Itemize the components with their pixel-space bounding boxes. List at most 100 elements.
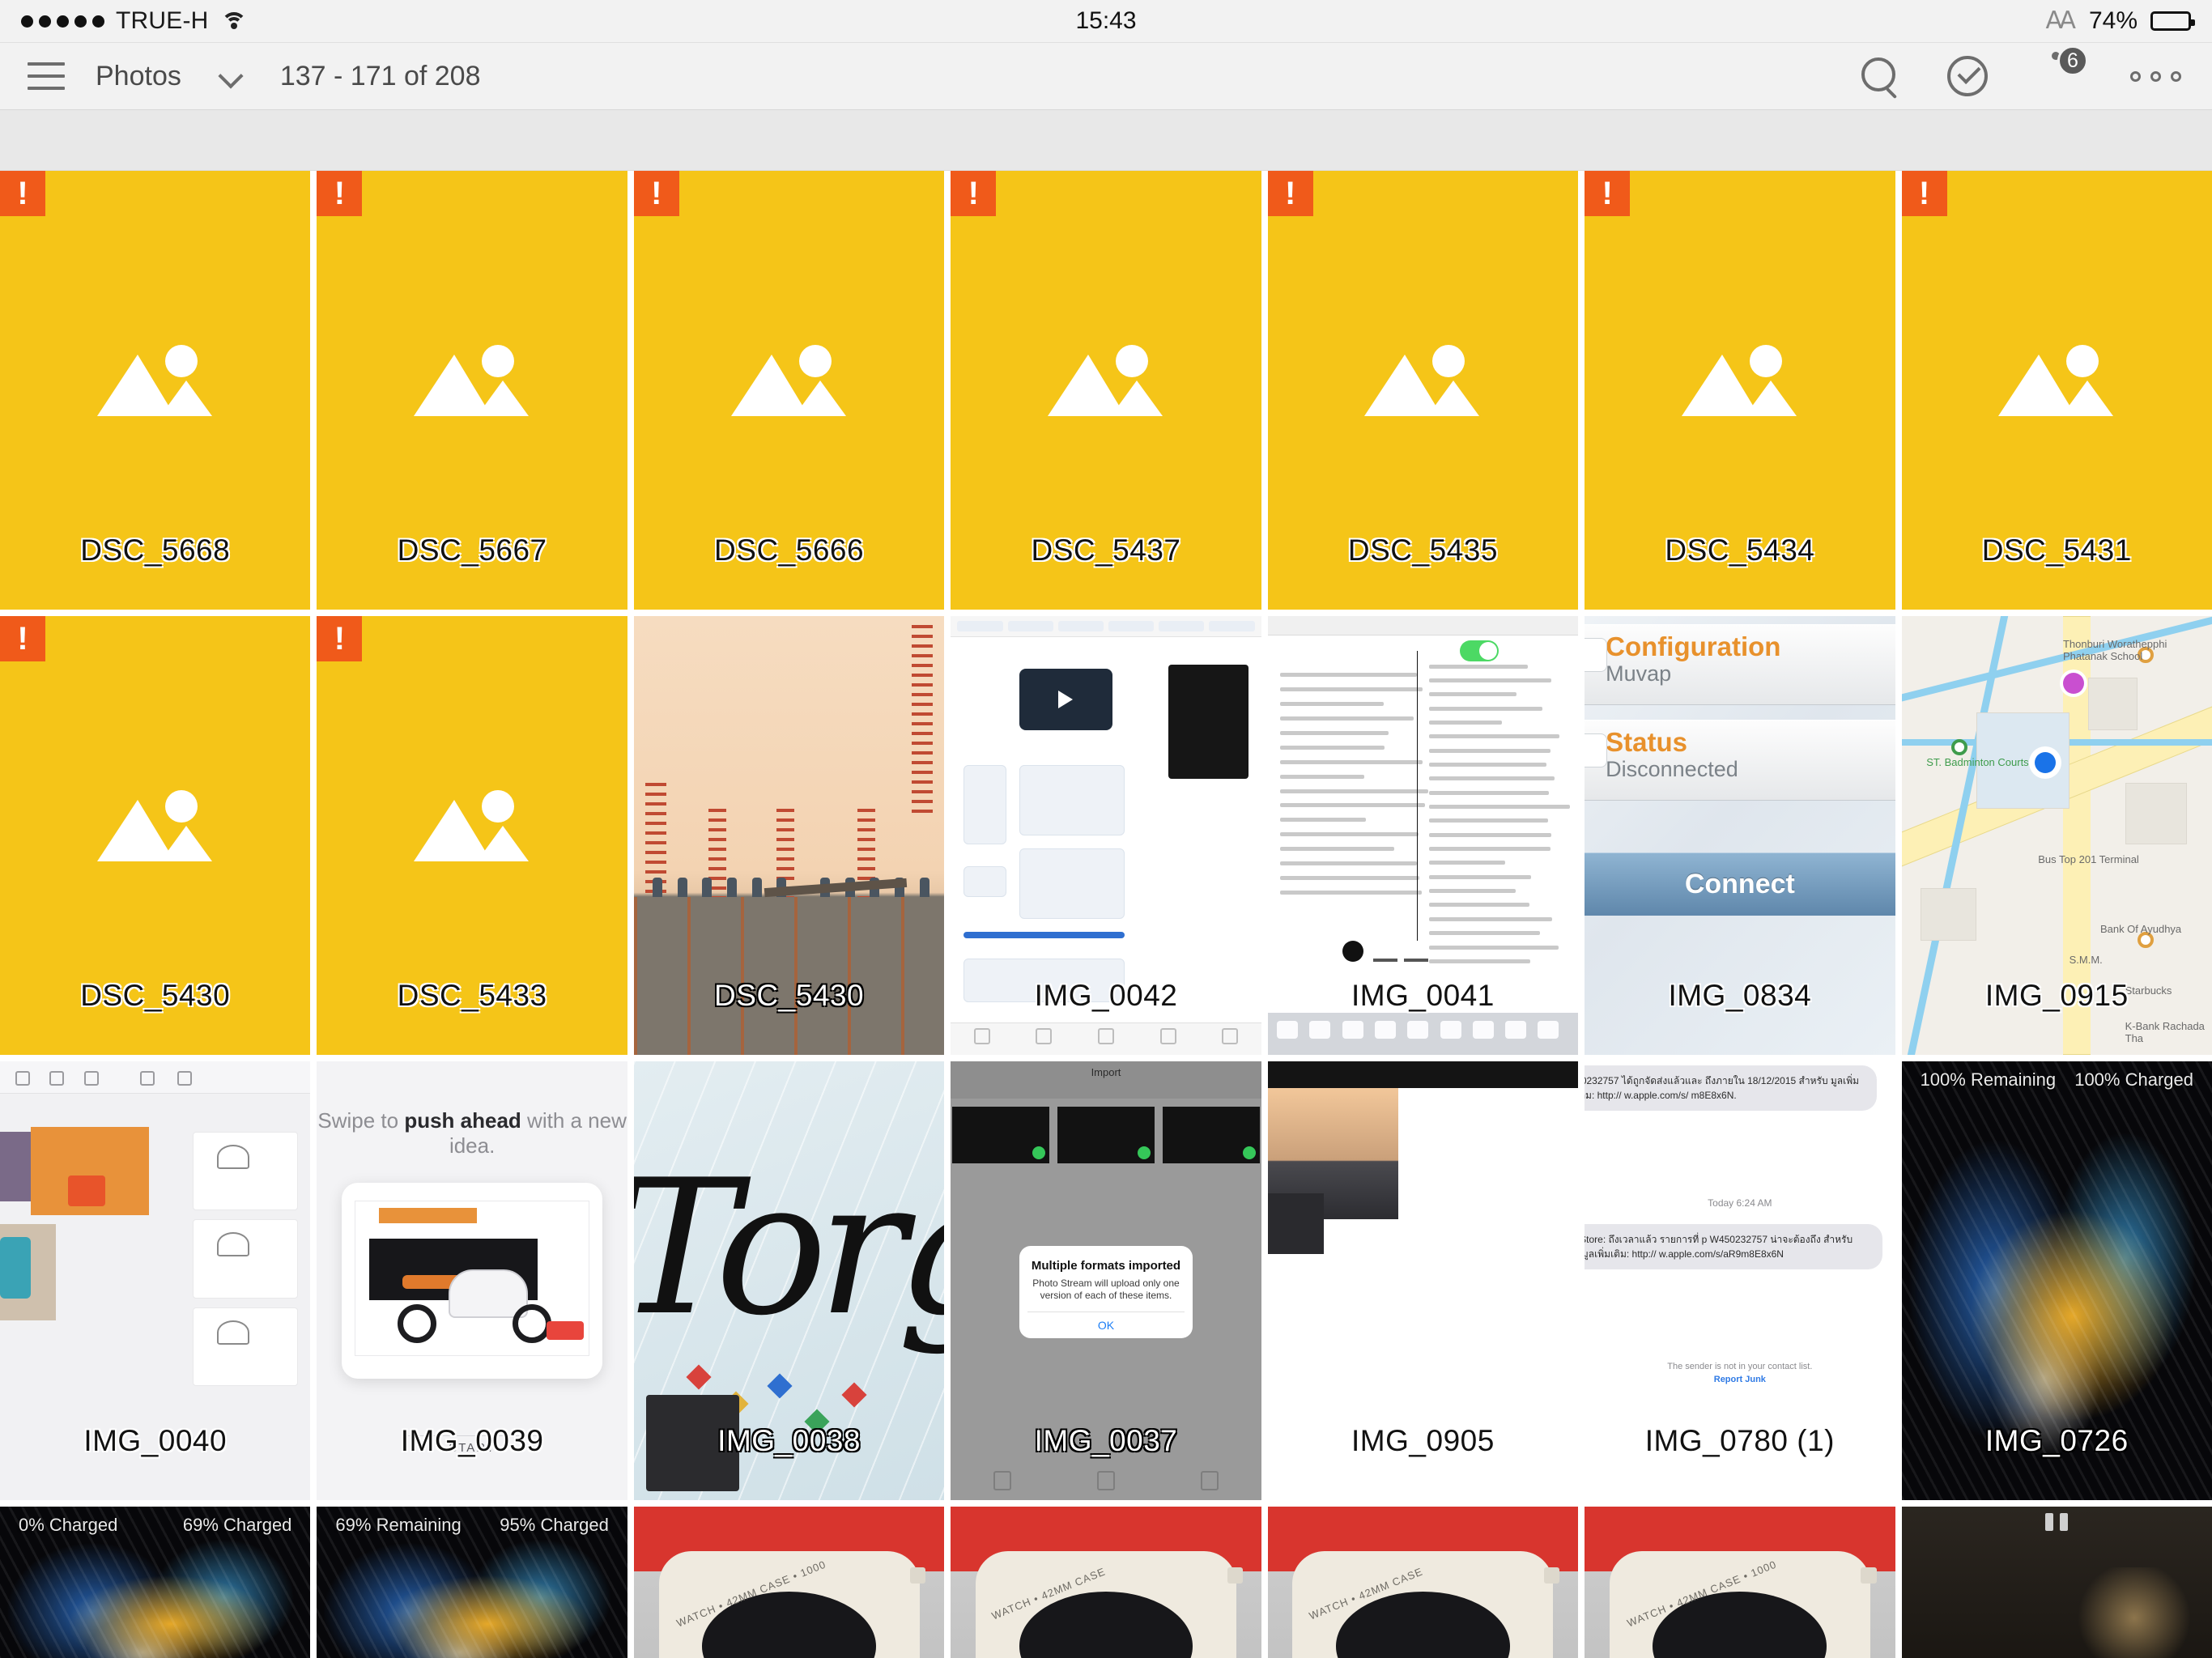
exclamation-badge-icon: ! bbox=[317, 616, 362, 661]
photo-tile[interactable]: ! DSC_5666 bbox=[634, 171, 944, 610]
bluetooth-icon: Ꜳ bbox=[2045, 9, 2076, 33]
photo-tile[interactable]: IMG_0040 bbox=[0, 1061, 310, 1500]
exclamation-badge-icon: ! bbox=[951, 171, 996, 216]
macro-photo-art: 100% Remaining 100% Charged bbox=[1902, 1061, 2212, 1500]
photo-tile[interactable]: IMG_0041 bbox=[1268, 616, 1578, 1055]
photo-tile[interactable]: ! DSC_5434 bbox=[1585, 171, 1895, 610]
image-placeholder-icon bbox=[1358, 337, 1487, 426]
router-configuration-row[interactable]: Configuration Muvap bbox=[1585, 624, 1895, 705]
photo-tile[interactable]: WATCH • 42MM CASE • 1000 bbox=[634, 1507, 944, 1658]
macro-photo-art: 0% Charged 69% Charged bbox=[0, 1507, 310, 1658]
battery-percent-label: 74% bbox=[2089, 7, 2138, 35]
photo-tile[interactable]: 100% Remaining 100% Charged IMG_0726 bbox=[1902, 1061, 2212, 1500]
chevron-down-icon[interactable] bbox=[220, 66, 241, 87]
app-screenshot-art bbox=[951, 616, 1261, 1055]
exclamation-badge-icon: ! bbox=[1268, 171, 1313, 216]
photo-tile[interactable]: ! DSC_5667 bbox=[317, 171, 627, 610]
photo-placeholder-art bbox=[317, 616, 627, 1055]
router-connect-button[interactable]: Connect bbox=[1585, 852, 1895, 916]
search-button[interactable] bbox=[1861, 57, 1899, 95]
signal-strength-dots bbox=[21, 15, 104, 28]
hamburger-menu-icon[interactable] bbox=[28, 62, 65, 90]
photo-tile[interactable]: TorgIMG_0038 bbox=[634, 1061, 944, 1500]
photo-placeholder-art bbox=[634, 171, 944, 610]
toolbar-left: Photos 137 - 171 of 208 bbox=[28, 61, 481, 92]
sender-warning-text: The sender is not in your contact list. bbox=[1585, 1360, 1895, 1374]
secondary-bar bbox=[0, 110, 2212, 171]
notification-badge: 6 bbox=[2057, 45, 2088, 76]
map-place-label: S.M.M. bbox=[2069, 954, 2103, 966]
image-placeholder-icon bbox=[407, 782, 537, 871]
status-bar-clock: 15:43 bbox=[0, 7, 2212, 35]
photo-tile[interactable]: 50232757 ได้ถูกจัดส่งแล้วและ ถึงภายใน 18… bbox=[1585, 1061, 1895, 1500]
photo-tile[interactable]: Configuration Muvap Status Disconnected Conn… bbox=[1585, 616, 1895, 1055]
photo-tile[interactable]: IMG_0905 bbox=[1268, 1061, 1578, 1500]
map-place-label: K-Bank Rachada Tha bbox=[2125, 1020, 2212, 1044]
photo-grid: ! DSC_5668 ! DSC_5667 ! DSC_5666 ! DSC_5437 … bbox=[0, 171, 2212, 1658]
photo-tile[interactable]: DSC_5430 bbox=[634, 616, 944, 1055]
message-bubble: le Store: ถึงเวลาแล้ว รายการที่ p W45023… bbox=[1585, 1224, 1882, 1269]
exclamation-badge-icon: ! bbox=[0, 616, 45, 661]
page-title: Photos bbox=[96, 61, 181, 92]
dialog-title: Multiple formats imported bbox=[1027, 1259, 1185, 1273]
message-bubble: 50232757 ได้ถูกจัดส่งแล้วและ ถึงภายใน 18… bbox=[1585, 1065, 1876, 1111]
game-screenshot-art: SECTOR 3 bbox=[1902, 1507, 2212, 1658]
photo-tile[interactable]: WATCH • 42MM CASE bbox=[951, 1507, 1261, 1658]
message-timestamp: Today 6:24 AM bbox=[1585, 1197, 1895, 1209]
map-place-label: ST. Badminton Courts bbox=[1926, 756, 2028, 768]
wifi-icon bbox=[220, 11, 248, 32]
photo-tile[interactable]: ! DSC_5437 bbox=[951, 171, 1261, 610]
image-placeholder-icon bbox=[91, 782, 220, 871]
imessage-screenshot-art: 50232757 ได้ถูกจัดส่งแล้วและ ถึงภายใน 18… bbox=[1585, 1061, 1895, 1500]
document-screenshot-art bbox=[1268, 616, 1578, 1055]
message-bubble-text: le Store: ถึงเวลาแล้ว รายการที่ p W45023… bbox=[1585, 1232, 1873, 1261]
search-icon bbox=[1861, 57, 1899, 95]
photo-tile[interactable]: 0% Charged 69% Charged bbox=[0, 1507, 310, 1658]
status-bar-right: Ꜳ 74% bbox=[2045, 7, 2191, 35]
photo-tile[interactable]: ! DSC_5431 bbox=[1902, 171, 2212, 610]
map-place-label: Thonburi Worathepphi Phatanak School bbox=[2063, 638, 2187, 662]
import-screenshot-art: Import Multiple formats imported Photo Str… bbox=[951, 1061, 1261, 1500]
onboard-start-label[interactable]: START bbox=[407, 1435, 537, 1455]
photo-tile[interactable]: IMG_0042 bbox=[951, 616, 1261, 1055]
photo-viewer-screenshot-art bbox=[1268, 1061, 1578, 1500]
message-bubble-text: 50232757 ได้ถูกจัดส่งแล้วและ ถึงภายใน 18… bbox=[1585, 1073, 1866, 1103]
item-range-label: 137 - 171 of 208 bbox=[280, 61, 481, 92]
image-placeholder-icon bbox=[1675, 337, 1805, 426]
onboard-headline-pre: Swipe to bbox=[317, 1108, 404, 1133]
battery-caption-left: 0% Charged bbox=[19, 1515, 117, 1536]
router-status-row[interactable]: Status Disconnected bbox=[1585, 720, 1895, 801]
dialog-body: Photo Stream will upload only one versio… bbox=[1027, 1278, 1185, 1302]
status-bar-left: TRUE-H bbox=[21, 7, 248, 35]
photo-placeholder-art bbox=[1268, 171, 1578, 610]
photo-tile[interactable]: WATCH • 42MM CASE • 1000 bbox=[1585, 1507, 1895, 1658]
onboard-headline: Swipe to push ahead with a new idea. bbox=[317, 1108, 627, 1158]
photo-tile[interactable]: ! DSC_5668 bbox=[0, 171, 310, 610]
handwritten-word: Torg bbox=[634, 1141, 944, 1357]
photo-tile[interactable]: ! DSC_5433 bbox=[317, 616, 627, 1055]
photo-tile[interactable]: Thonburi Worathepphi Phatanak School ST. … bbox=[1902, 616, 2212, 1055]
photo-tile[interactable]: 69% Remaining 95% Charged bbox=[317, 1507, 627, 1658]
photo-tile[interactable]: WATCH • 42MM CASE bbox=[1268, 1507, 1578, 1658]
photo-tile[interactable]: Import Multiple formats imported Photo Str… bbox=[951, 1061, 1261, 1500]
battery-icon bbox=[2150, 11, 2191, 31]
battery-caption-left: 100% Remaining bbox=[1921, 1069, 2057, 1090]
select-button[interactable] bbox=[1947, 56, 1988, 96]
photo-tile[interactable]: SECTOR 3 bbox=[1902, 1507, 2212, 1658]
onboard-headline-bold: push ahead bbox=[404, 1108, 521, 1133]
photo-tile[interactable]: ! DSC_5430 bbox=[0, 616, 310, 1055]
exclamation-badge-icon: ! bbox=[634, 171, 679, 216]
dialog-ok-button[interactable]: OK bbox=[1027, 1312, 1185, 1332]
battery-caption-right: 69% Charged bbox=[183, 1515, 292, 1536]
photo-placeholder-art bbox=[0, 171, 310, 610]
report-junk-link[interactable]: Report Junk bbox=[1714, 1375, 1766, 1384]
photo-tile[interactable]: Swipe to push ahead with a new idea. STAR… bbox=[317, 1061, 627, 1500]
notifications-button[interactable]: 6 bbox=[2036, 53, 2082, 99]
photo-placeholder-art bbox=[0, 616, 310, 1055]
more-horizontal-icon bbox=[2130, 71, 2181, 82]
photo-tile[interactable]: ! DSC_5435 bbox=[1268, 171, 1578, 610]
carrier-label: TRUE-H bbox=[116, 7, 209, 35]
battery-caption-right: 95% Charged bbox=[500, 1515, 609, 1536]
more-options-button[interactable] bbox=[2130, 71, 2181, 82]
exclamation-badge-icon: ! bbox=[317, 171, 362, 216]
